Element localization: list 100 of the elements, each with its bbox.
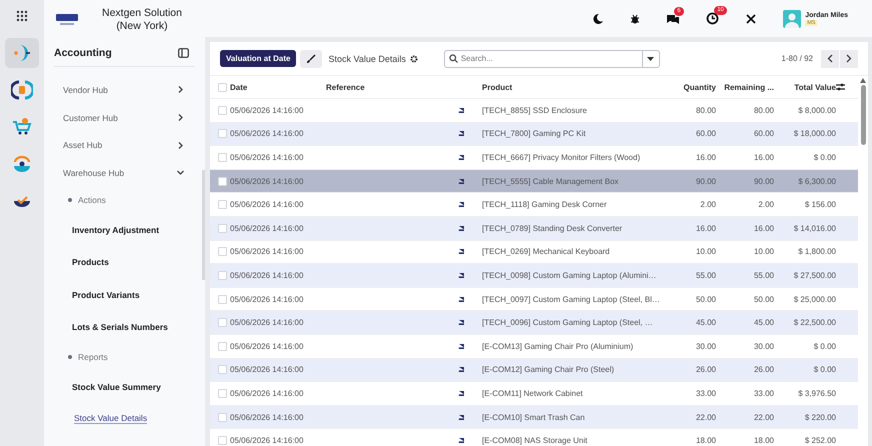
row-checkbox[interactable] [218, 152, 227, 162]
table-cell-text: 10.00 [694, 247, 716, 256]
settings-icon[interactable] [410, 54, 418, 62]
chevron-right-icon[interactable] [176, 140, 185, 150]
table-cell-text: 26.00 [694, 365, 716, 374]
book-icon[interactable] [458, 390, 464, 397]
menu-item[interactable]: Stock Value Summery [72, 382, 161, 392]
table-row[interactable]: 05/06/2026 14:16:00 [TECH_5555] Cable Management Box 90.00 90.00 $ 6,300.00 [210, 170, 858, 194]
table-row[interactable]: 05/06/2026 14:16:00 [TECH_7800] Gaming PC Kit 60.00 60.00 $ 18,000.00 [210, 122, 858, 146]
table-cell-text: 90.00 [694, 176, 716, 186]
search-field[interactable]: Search... [460, 54, 639, 63]
row-checkbox[interactable] [218, 342, 227, 351]
table-cell-text: 80.00 [694, 106, 716, 115]
row-checkbox[interactable] [218, 224, 227, 233]
row-checkbox[interactable] [218, 106, 227, 115]
scroll-up-icon[interactable] [860, 78, 866, 83]
book-icon[interactable] [458, 106, 464, 114]
column-header[interactable]: Quantity [682, 82, 716, 92]
sidebar-toggle-icon[interactable] [178, 48, 189, 58]
row-checkbox[interactable] [218, 436, 227, 446]
menu-item[interactable]: Inventory Adjustment [72, 224, 160, 235]
book-icon[interactable] [458, 178, 464, 185]
menu-item[interactable]: Lots & Serials Numbers [72, 322, 168, 332]
dropdown-caret-icon[interactable] [647, 56, 654, 60]
book-icon[interactable] [458, 414, 464, 421]
column-settings-icon[interactable] [836, 83, 845, 91]
chevron-down-icon[interactable] [176, 168, 185, 178]
book-icon[interactable] [458, 248, 464, 256]
table-row[interactable]: 05/06/2026 14:16:00 [E-COM08] NAS Storage Unit 18.00 18.00 $ 252.00 [210, 429, 858, 446]
section-label: Reports [78, 352, 108, 362]
row-checkbox[interactable] [218, 412, 227, 422]
column-header[interactable]: Remaining ... [716, 82, 774, 92]
table-cell-text: [TECH_0098] Custom Gaming Laptop (Alumini… [482, 270, 658, 280]
table-cell-text: 05/06/2026 14:16:00 [230, 294, 304, 304]
chevron-right-icon[interactable] [176, 85, 185, 94]
table-cell-text: 60.00 [752, 129, 774, 138]
table-cell-text: $ 156.00 [804, 200, 836, 210]
row-checkbox[interactable] [218, 176, 227, 186]
table-cell-text: 05/06/2026 14:16:00 [230, 270, 304, 280]
chevron-right-icon[interactable] [176, 113, 185, 122]
table-cell-text: $ 0.00 [812, 342, 836, 351]
row-checkbox[interactable] [218, 318, 227, 328]
table-cell-text: $ 0.00 [812, 152, 836, 162]
menu-item[interactable]: Product Variants [72, 290, 140, 300]
moon-icon[interactable] [592, 12, 604, 24]
table-cell-text: 50.00 [694, 294, 716, 304]
book-icon[interactable] [458, 154, 464, 161]
menu-group[interactable]: Vendor Hub [44, 76, 205, 104]
column-header[interactable]: Date [230, 82, 326, 92]
scrollbar-thumb[interactable] [860, 85, 866, 145]
table-row[interactable]: 05/06/2026 14:16:00 [TECH_0096] Custom Gaming Laptop (Steel, … 45.00 45.00 $ 22,500.00 [210, 311, 858, 335]
row-checkbox[interactable] [218, 129, 227, 138]
table-cell-text: $ 27,500.00 [792, 270, 836, 280]
row-checkbox[interactable] [218, 365, 227, 374]
clock-icon[interactable] [706, 12, 720, 25]
search-box[interactable]: Search... [444, 50, 660, 68]
table-row[interactable]: 05/06/2026 14:16:00 [E-COM10] Smart Trash Can 22.00 22.00 $ 220.00 [210, 406, 858, 430]
book-icon[interactable] [458, 224, 464, 232]
book-icon[interactable] [458, 296, 464, 303]
valuation-button[interactable]: Valuation at Date [220, 50, 296, 67]
row-checkbox[interactable] [218, 247, 227, 256]
next-page-button[interactable] [840, 50, 858, 68]
table-cell-text: [TECH_1118] Gaming Desk Corner [482, 200, 608, 210]
section-label: Actions [78, 195, 106, 206]
book-icon[interactable] [458, 342, 464, 350]
book-icon[interactable] [458, 319, 464, 326]
table-row[interactable]: 05/06/2026 14:16:00 [TECH_0789] Standing Desk Converter 16.00 16.00 $ 14,016.00 [210, 216, 858, 241]
table-cell-text: [E-COM12] Gaming Chair Pro (Steel) [482, 365, 616, 374]
book-icon[interactable] [458, 366, 464, 374]
table-row[interactable]: 05/06/2026 14:16:00 [E-COM12] Gaming Chair Pro (Steel) 26.00 26.00 $ 0.00 [210, 358, 858, 382]
book-icon[interactable] [458, 130, 464, 138]
row-checkbox[interactable] [218, 388, 227, 398]
company-name: Nextgen Solution (New York) [101, 7, 183, 33]
table-row[interactable]: 05/06/2026 14:16:00 [TECH_0098] Custom Gaming Laptop (Alumini… 55.00 55.00 $ 27,500.00 [210, 264, 858, 288]
wallet-app-icon[interactable] [11, 79, 33, 101]
row-checkbox[interactable] [218, 200, 227, 210]
apps-grid-icon[interactable] [16, 10, 28, 22]
menu-group[interactable]: Asset Hub [44, 131, 205, 160]
row-checkbox[interactable] [218, 294, 227, 304]
column-header[interactable]: Reference [326, 82, 440, 92]
row-checkbox[interactable] [218, 270, 227, 280]
book-icon[interactable] [458, 272, 464, 279]
select-all-checkbox[interactable] [218, 82, 227, 92]
support-app-icon[interactable] [11, 153, 33, 175]
bug-icon[interactable] [630, 14, 640, 24]
previous-page-button[interactable] [821, 50, 839, 68]
table-cell-text: 18.00 [752, 436, 774, 446]
menu-group[interactable]: Warehouse Hub [44, 159, 205, 187]
menu-item[interactable]: Stock Value Details [74, 413, 148, 424]
book-icon[interactable] [458, 201, 464, 208]
table-cell-text: 16.00 [752, 152, 774, 162]
table-cell-text: $ 252.00 [804, 436, 836, 446]
menu-group[interactable]: Customer Hub [44, 104, 205, 132]
chat-icon[interactable] [666, 12, 680, 24]
column-header[interactable]: Total Value [774, 82, 836, 92]
book-icon[interactable] [458, 437, 464, 444]
column-header[interactable]: Product [482, 82, 682, 92]
brush-button[interactable] [300, 50, 322, 68]
table-cell-text: [TECH_0789] Standing Desk Converter [482, 224, 624, 233]
menu-item[interactable]: Products [72, 257, 109, 268]
